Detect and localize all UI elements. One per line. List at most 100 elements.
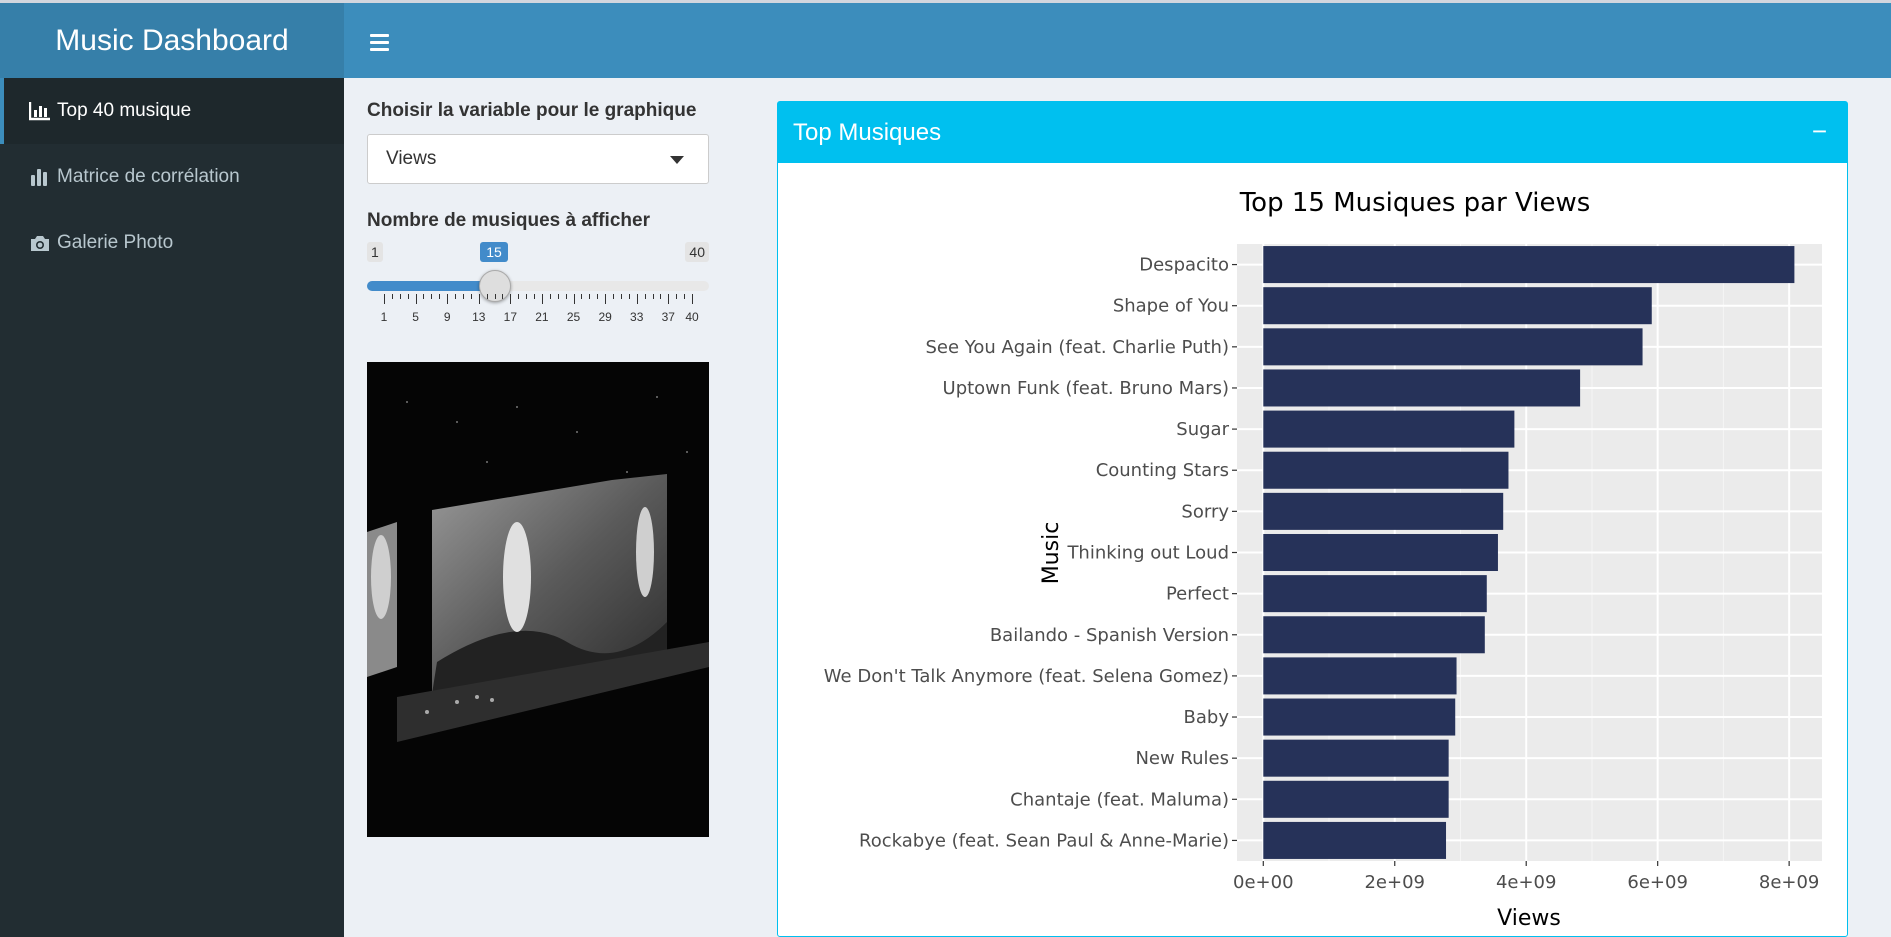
slider-tick (494, 294, 496, 299)
sidebar-item-label: Galerie Photo (57, 232, 174, 253)
slider-tick (668, 294, 670, 304)
slider-tick-label: 17 (503, 310, 518, 324)
y-tick-label: Sorry (1181, 501, 1229, 522)
slider-tick (549, 294, 551, 299)
bar[interactable] (1263, 780, 1449, 818)
bar[interactable] (1263, 657, 1457, 695)
bar[interactable] (1263, 328, 1643, 366)
slider-tick (407, 294, 409, 299)
slider-tick-label: 5 (412, 310, 419, 324)
slider-tick (660, 294, 662, 299)
caret-down-icon (670, 156, 684, 164)
slider-tick (455, 294, 457, 299)
box-title: Top Musiques (793, 118, 942, 146)
sidebar: Top 40 musique Matrice de corrélation Ga… (0, 78, 344, 937)
bar[interactable] (1263, 533, 1498, 572)
slider-tick (628, 294, 630, 299)
variable-select-value: Views (386, 148, 437, 169)
slider-tick (676, 294, 678, 299)
bar[interactable] (1263, 246, 1795, 284)
y-tick-label: Despacito (1139, 255, 1229, 276)
y-tick-label: We Don't Talk Anymore (feat. Selena Gome… (824, 666, 1229, 687)
variable-select[interactable]: Views (367, 134, 709, 184)
slider-tick (636, 294, 638, 304)
sidebar-item-label: Top 40 musique (57, 100, 192, 121)
slider-tick (581, 294, 583, 299)
bar[interactable] (1263, 821, 1447, 859)
bar[interactable] (1263, 492, 1504, 530)
slider-tick-label: 33 (630, 310, 644, 324)
bar[interactable] (1263, 698, 1456, 736)
stats-icon (29, 167, 51, 187)
slider-tick (565, 294, 567, 299)
collapse-icon[interactable]: − (1812, 116, 1827, 147)
bar[interactable] (1263, 616, 1485, 654)
slider-tick (447, 294, 449, 304)
hamburger-icon[interactable] (364, 25, 398, 55)
x-tick-label: 2e+09 (1364, 872, 1425, 893)
slider-tick-label: 29 (598, 310, 612, 324)
sidebar-item-label: Matrice de corrélation (57, 166, 240, 187)
bar[interactable] (1263, 410, 1515, 448)
x-tick-label: 4e+09 (1496, 872, 1557, 893)
slider-tick (589, 294, 591, 299)
sidebar-item-correlation[interactable]: Matrice de corrélation (0, 144, 344, 210)
slider-tick (391, 294, 393, 299)
bar[interactable] (1263, 451, 1509, 489)
slider-tick (518, 294, 520, 299)
slider-tick (486, 294, 488, 299)
slider-tick (510, 294, 512, 304)
bar-chart: Despacito Shape of You See You Again (feat… (824, 188, 1822, 931)
y-tick-label: Perfect (1166, 584, 1229, 605)
slider-tick-label: 1 (380, 310, 388, 324)
slider-tick (470, 294, 472, 299)
y-tick-label: Thinking out Loud (1066, 543, 1229, 564)
y-tick-label: New Rules (1135, 748, 1229, 769)
slider-tick (541, 294, 543, 304)
slider-tick (605, 294, 607, 304)
x-tick-label: 6e+09 (1627, 872, 1688, 893)
slider-tick (613, 294, 615, 299)
count-slider-label: Nombre de musiques à afficher (367, 210, 650, 231)
y-axis-title: Music (1039, 522, 1064, 585)
box-header: Top Musiques − (778, 102, 1847, 163)
slider-tick (431, 294, 433, 299)
concert-photo (367, 362, 709, 837)
app-brand[interactable]: Music Dashboard (0, 3, 344, 78)
slider-fill (367, 281, 495, 291)
bar[interactable] (1263, 575, 1487, 613)
bar[interactable] (1263, 739, 1449, 777)
bar[interactable] (1263, 369, 1581, 407)
slider-tick (423, 294, 425, 299)
slider-tick-label: 9 (443, 310, 451, 324)
count-slider[interactable]: 1 15 40 1 5 9 13 17 21 25 29 33 37 40 (367, 242, 709, 332)
slider-tick-label: 25 (566, 310, 581, 324)
slider-tick (620, 294, 622, 299)
top-navbar (344, 3, 1891, 78)
slider-tick (462, 294, 464, 299)
y-tick-label: Shape of You (1113, 296, 1229, 317)
slider-ticks: 1 5 9 13 17 21 25 29 33 37 40 (367, 294, 709, 334)
slider-tick (573, 294, 575, 304)
slider-tick (684, 294, 686, 299)
y-tick-label: Rockabye (feat. Sean Paul & Anne-Marie) (859, 830, 1229, 851)
slider-tick (399, 294, 401, 299)
camera-icon (29, 233, 51, 253)
slider-max-label: 40 (685, 242, 709, 262)
slider-tick-label: 21 (535, 310, 549, 324)
slider-tick (652, 294, 654, 299)
sidebar-item-top-40[interactable]: Top 40 musique (0, 78, 344, 144)
slider-tick (526, 294, 528, 299)
y-tick-label: Chantaje (feat. Maluma) (1010, 789, 1229, 810)
slider-value-label: 15 (480, 242, 508, 262)
slider-tick-label: 37 (661, 310, 675, 324)
x-axis-title: Views (1497, 906, 1561, 931)
sidebar-item-gallery[interactable]: Galerie Photo (0, 210, 344, 276)
y-tick-label: Bailando - Spanish Version (990, 625, 1229, 646)
bar[interactable] (1263, 287, 1652, 325)
y-tick-label: Uptown Funk (feat. Bruno Mars) (943, 378, 1229, 399)
slider-track[interactable] (367, 281, 709, 291)
chart-title: Top 15 Musiques par Views (1239, 188, 1591, 218)
y-tick-label: Sugar (1176, 419, 1229, 440)
slider-tick-label: 40 (685, 310, 699, 324)
